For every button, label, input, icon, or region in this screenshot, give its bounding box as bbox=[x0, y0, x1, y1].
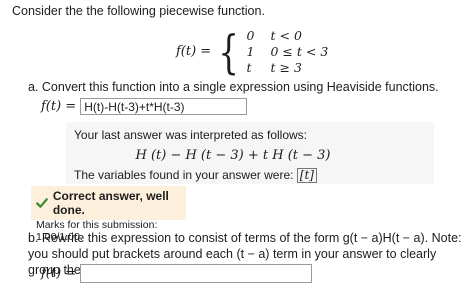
part-a-question: a. Convert this function into a single e… bbox=[28, 80, 439, 94]
interpreted-expression: H (t) − H (t − 3) + t H (t − 3) bbox=[135, 148, 331, 163]
answer-preview-panel: Your last answer was interpreted as foll… bbox=[66, 122, 434, 184]
case-value: 1 bbox=[246, 44, 255, 59]
part-b-answer-input[interactable] bbox=[80, 264, 313, 283]
piecewise-cases: 0 t < 0 1 0 ≤ t < 3 t t ≥ 3 bbox=[247, 28, 329, 75]
part-a-answer-input[interactable]: H(t)-H(t-3)+t*H(t-3) bbox=[80, 98, 248, 115]
left-brace: { bbox=[218, 24, 240, 79]
part-a-answer-row: f(t) = H(t)-H(t-3)+t*H(t-3) bbox=[41, 98, 248, 115]
question-intro: Consider the the following piecewise fun… bbox=[12, 4, 265, 18]
checkmark-icon bbox=[36, 198, 48, 208]
case-condition: 0 ≤ t < 3 bbox=[270, 44, 329, 59]
part-b-answer-row: f(t) = bbox=[41, 264, 313, 283]
variables-label: The variables found in your answer were: bbox=[74, 168, 294, 182]
piecewise-definition: f(t) = { 0 t < 0 1 0 ≤ t < 3 t t ≥ 3 bbox=[176, 28, 328, 75]
feedback-status: Correct answer, well done. bbox=[36, 189, 181, 217]
case-value: 0 bbox=[246, 28, 255, 43]
case-value: t bbox=[246, 60, 252, 75]
feedback-title: Correct answer, well done. bbox=[52, 189, 169, 217]
part-a-lhs: f(t) = bbox=[41, 99, 77, 114]
interpreted-label: Your last answer was interpreted as foll… bbox=[74, 128, 308, 142]
variables-line: The variables found in your answer were:… bbox=[74, 168, 426, 183]
case-condition: t ≥ 3 bbox=[270, 60, 302, 75]
part-b-lhs: f(t) = bbox=[41, 266, 77, 281]
piecewise-lhs: f(t) = bbox=[176, 44, 212, 59]
feedback-box: Correct answer, well done. Marks for thi… bbox=[31, 186, 186, 243]
case-condition: t < 0 bbox=[270, 28, 302, 43]
variables-value: [t] bbox=[296, 168, 317, 183]
